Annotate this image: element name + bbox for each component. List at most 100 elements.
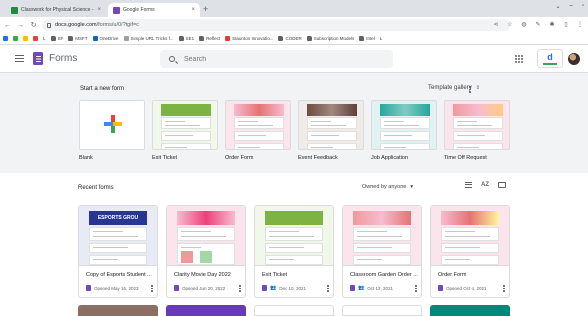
forms-header: Forms d (0, 45, 588, 73)
bookmark-item[interactable]: L (43, 36, 46, 41)
bookmark-folder-coder[interactable]: CODER (278, 36, 302, 41)
more-options-icon[interactable] (239, 285, 242, 292)
search-input[interactable] (184, 55, 364, 63)
close-tab-icon[interactable]: × (191, 7, 195, 13)
pen-icon[interactable]: ✎ (534, 21, 542, 28)
form-preview[interactable] (431, 206, 509, 266)
more-options-icon[interactable] (469, 86, 472, 93)
form-preview[interactable] (343, 206, 421, 266)
recent-form-card[interactable]: Clarity Movie Day 2022 Opened Jun 20, 20… (166, 205, 246, 298)
opened-date: Oct 13, 2021 (367, 285, 394, 291)
browser-tab-classwork[interactable]: Classwork for Physical Science - × (6, 3, 106, 17)
reload-icon[interactable]: ↻ (28, 21, 39, 29)
bookmark-simple-url[interactable]: Simple URL Tricks f... (123, 36, 174, 41)
forward-arrow-icon[interactable]: → (15, 22, 26, 29)
maximize-icon[interactable]: ▫ (582, 3, 584, 10)
app-name[interactable]: Forms (49, 53, 77, 64)
template-form-card (161, 143, 211, 149)
template-thumbnail[interactable] (298, 100, 364, 150)
bookmark-label: L (43, 36, 46, 41)
chevron-down-icon: ▾ (410, 184, 414, 190)
folder-icon (359, 36, 365, 41)
forms-file-icon (438, 285, 443, 291)
bookmark-folder-sf[interactable]: SF (50, 36, 63, 41)
bookmark-staunton[interactable]: Staunton Innovatio... (225, 36, 273, 41)
avatar[interactable] (568, 53, 580, 65)
template-order-form[interactable]: Order Form (225, 100, 291, 161)
tab-search-icon[interactable]: ⌄ (555, 3, 560, 10)
template-thumbnail[interactable] (225, 100, 291, 150)
search-icon[interactable] (169, 56, 175, 62)
address-bar[interactable]: docs.google.com /forms/u/0/?tgif=c (42, 19, 510, 31)
recent-form-card-partial[interactable] (430, 305, 510, 316)
template-thumbnail[interactable] (371, 100, 437, 150)
template-job-application[interactable]: Job Application (371, 100, 437, 161)
bookmark-item[interactable] (23, 36, 28, 41)
bookmark-item[interactable] (13, 36, 18, 41)
sidebar-icon[interactable]: ▯ (562, 21, 570, 28)
form-preview-card (89, 227, 147, 241)
recent-forms-heading: Recent forms (78, 185, 114, 191)
bookmark-item[interactable]: L (380, 36, 383, 41)
more-options-icon[interactable] (503, 285, 506, 292)
extension-icon[interactable]: ◍ (520, 21, 528, 28)
more-options-icon[interactable] (415, 285, 418, 292)
forms-logo-icon[interactable] (33, 52, 43, 65)
lock-icon[interactable] (47, 22, 51, 28)
template-thumbnail[interactable] (444, 100, 510, 150)
form-preview[interactable]: ESPORTS GROU (79, 206, 157, 266)
bookmark-folder-intel[interactable]: Intel (359, 36, 375, 41)
list-view-icon[interactable] (465, 182, 472, 188)
browser-tab-google-forms[interactable]: Google Forms × (108, 3, 200, 17)
bookmark-item[interactable] (33, 36, 38, 41)
app-icon (23, 36, 28, 41)
template-thumbnail[interactable] (152, 100, 218, 150)
sort-az-icon[interactable]: AZ (481, 182, 489, 188)
forms-file-icon (262, 285, 267, 291)
bookmark-folder-subscription[interactable]: Subscription Models (306, 36, 354, 41)
form-header-image: ESPORTS GROU (89, 211, 147, 225)
form-preview[interactable] (167, 206, 245, 266)
more-options-icon[interactable] (151, 285, 154, 292)
template-gallery-button[interactable]: Template gallery ⇕ (428, 85, 480, 91)
more-options-icon[interactable] (327, 285, 330, 292)
share-icon[interactable]: ⋖ (492, 21, 500, 28)
recent-form-card-partial[interactable] (78, 305, 158, 316)
search-bar[interactable] (160, 50, 393, 68)
template-blank[interactable]: Blank (79, 100, 145, 161)
bookmark-folder-reflect[interactable]: Reflect (199, 36, 220, 41)
recent-form-card[interactable]: Classroom Garden Order ... 👥 Oct 13, 202… (342, 205, 422, 298)
google-apps-icon[interactable] (515, 55, 523, 63)
recent-form-card-partial[interactable] (254, 305, 334, 316)
recent-form-card[interactable]: Exit Ticket 👥 Dec 10, 2021 (254, 205, 334, 298)
recent-form-card[interactable]: Order Form Opened Oct 4, 2021 (430, 205, 510, 298)
template-thumbnail[interactable] (79, 100, 145, 150)
close-tab-icon[interactable]: × (97, 7, 101, 13)
puzzle-icon[interactable]: ✱ (548, 21, 556, 28)
owner-filter-dropdown[interactable]: Owned by anyone ▾ (362, 184, 413, 190)
recent-form-card-partial[interactable] (342, 305, 422, 316)
folder-icon[interactable] (498, 182, 506, 188)
bookmark-folder-se1[interactable]: SE1 (178, 36, 194, 41)
form-header-image (353, 211, 411, 225)
bookmark-folder-msft[interactable]: MSFT (68, 36, 88, 41)
star-icon[interactable]: ☆ (506, 21, 514, 28)
bookmark-onedrive[interactable]: OneDrive (92, 36, 119, 41)
template-exit-ticket[interactable]: Exit Ticket (152, 100, 218, 161)
back-arrow-icon[interactable]: ← (2, 22, 13, 29)
recent-form-card-partial[interactable] (166, 305, 246, 316)
template-event-feedback[interactable]: Event Feedback (298, 100, 364, 161)
template-label: Order Form (225, 155, 254, 161)
minimize-icon[interactable]: – (570, 3, 573, 10)
form-preview[interactable] (255, 206, 333, 266)
template-time-off-request[interactable]: Time Off Request (444, 100, 510, 161)
bookmark-item[interactable] (3, 36, 8, 41)
template-form-card (234, 117, 284, 129)
form-meta: Opened May 16, 2023 (86, 285, 139, 291)
more-icon[interactable]: ⋮ (576, 21, 584, 28)
new-tab-button[interactable]: + (203, 4, 208, 14)
template-form-card (380, 143, 430, 149)
main-menu-icon[interactable] (15, 55, 24, 62)
organization-badge[interactable]: d (537, 49, 563, 68)
recent-form-card[interactable]: ESPORTS GROU Copy of Esports Student ...… (78, 205, 158, 298)
